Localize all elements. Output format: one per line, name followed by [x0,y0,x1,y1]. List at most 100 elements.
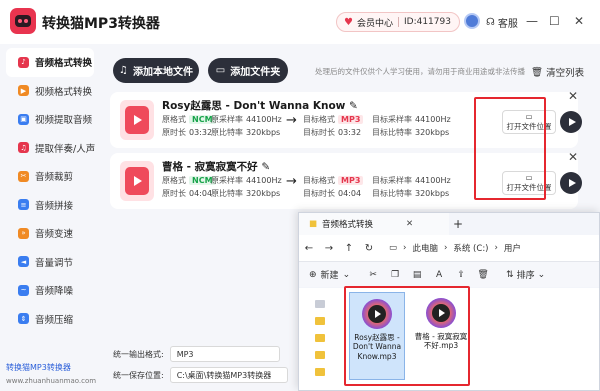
target-duration: 目标时长 03:32 [303,128,362,137]
back-arrow-icon[interactable]: ← [299,243,319,254]
play-button[interactable] [560,172,582,194]
sidebar-item-video-convert[interactable]: ▶ 视频格式转换 [0,77,100,106]
plus-circle-icon: ⊕ [309,269,317,280]
sidebar-item-vocal-extract[interactable]: ♫ 提取伴奏/人声 [0,134,100,163]
chevron-right-icon: › [443,243,448,253]
maximize-button[interactable]: ☐ [549,14,560,28]
chevron-down-icon: ⌄ [342,269,351,280]
document-icon[interactable] [315,300,325,308]
explorer-nav-bar: ← → ↑ ↻ ▭ › 此电脑 › 系统 (C:) › 用户 [299,235,599,261]
sidebar-item-audio-convert[interactable]: ♪ 音频格式转换 [6,48,94,77]
folder-icon: ■ [309,219,318,229]
audio-file-icon [120,100,154,140]
navigation-pane [305,296,335,385]
close-tab-icon[interactable]: ✕ [406,219,413,229]
customer-service-button[interactable]: ☊ 客服 [486,15,518,30]
up-arrow-icon[interactable]: ↑ [339,243,359,254]
new-tab-button[interactable]: + [453,217,463,231]
delete-icon[interactable]: 🗑 [472,270,494,280]
sidebar-item-video-extract[interactable]: ▣ 视频提取音频 [0,105,100,134]
audio-speed-icon: » [18,227,29,239]
add-file-label: 添加本地文件 [132,67,193,78]
sort-button[interactable]: ⇅ 排序 ⌄ [506,268,545,282]
music-convert-icon: ♪ [18,56,29,68]
video-extract-icon: ▣ [18,113,29,125]
rename-icon[interactable]: A [428,270,450,280]
monitor-icon: ▭ [389,243,398,253]
target-format[interactable]: 目标格式 MP3 [303,175,364,186]
breadcrumb-item[interactable]: 系统 (C:) [453,242,488,254]
source-duration: 原时长 04:04 [162,189,213,198]
app-title: 转换猫MP3转换器 [42,16,160,32]
explorer-toolbar: ⊕ 新建 ⌄ ✂ ❐ ▤ A ⇪ 🗑 ⇅ 排序 ⌄ [299,261,599,287]
add-file-button[interactable]: ♫ 添加本地文件 [113,58,199,83]
output-format-row: 统一输出格式: MP3 [113,346,280,362]
target-bitrate: 目标比特率 320kbps [372,189,450,198]
vip-center-label: 会员中心 [356,18,393,29]
folder-icon[interactable] [315,317,325,325]
save-location-label: 统一保存位置: [113,370,164,380]
video-convert-icon: ▶ [18,85,29,97]
remove-file-button[interactable]: ✕ [568,150,578,164]
folder-icon[interactable] [315,334,325,342]
sidebar-item-compress[interactable]: ⇕ 音频压缩 [0,305,100,334]
output-format-select[interactable]: MP3 [169,346,280,362]
avatar[interactable] [464,13,480,29]
audio-file-icon [120,161,154,201]
close-button[interactable]: ✕ [574,14,584,28]
sidebar-item-label: 音量调节 [35,257,74,269]
target-bitrate: 目标比特率 320kbps [372,128,450,137]
title-bar: 转换猫MP3转换器 ♥ 会员中心 ID:411793 ☊ 客服 — ☐ ✕ [0,0,600,44]
volume-icon: ◄ [18,256,29,268]
target-sample-rate: 目标采样率 44100Hz [372,176,451,185]
app-logo-icon [10,8,36,34]
arrow-right-icon: → [286,113,297,128]
user-id: ID:411793 [403,17,451,27]
output-format-label: 统一输出格式: [113,349,164,359]
sidebar-item-label: 提取伴奏/人声 [35,143,96,155]
sidebar-item-denoise[interactable]: ~ 音频降噪 [0,276,100,305]
remove-file-button[interactable]: ✕ [568,89,578,103]
share-icon[interactable]: ⇪ [450,270,472,280]
clear-list-button[interactable]: 🗑 清空列表 [531,65,584,80]
sidebar-item-volume[interactable]: ◄ 音量调节 [0,248,100,277]
compress-icon: ⇕ [18,313,29,325]
music-note-icon: ♫ [119,65,128,76]
sort-icon: ⇅ [506,269,514,280]
explorer-content: Rosy赵露思 - Don't Wanna Know.mp3 曹格 - 寂寞寂寞… [299,286,599,390]
save-location-field[interactable]: C:\桌面\转换猫MP3转换器 [169,367,288,383]
sidebar-item-label: 音频降噪 [35,286,74,298]
headset-icon: ☊ [486,17,495,28]
vip-center-pill[interactable]: ♥ 会员中心 ID:411793 [336,12,460,32]
footer-url[interactable]: www.zhuanhuanmao.com [6,377,96,385]
save-location-row: 统一保存位置: C:\桌面\转换猫MP3转换器 [113,367,288,383]
refresh-icon[interactable]: ↻ [359,243,379,254]
forward-arrow-icon[interactable]: → [319,243,339,254]
sidebar-item-audio-merge[interactable]: ≡ 音频拼接 [0,191,100,220]
folder-icon[interactable] [315,368,325,376]
sidebar-item-label: 视频提取音频 [35,115,93,127]
source-sample-rate: 原采样率 44100Hz [211,176,282,185]
copy-icon[interactable]: ❐ [384,270,406,280]
sidebar-item-label: 音频拼接 [35,200,74,212]
add-folder-button[interactable]: ▭ 添加文件夹 [208,58,288,83]
folder-icon[interactable] [315,351,325,359]
edit-icon[interactable]: ✎ [349,100,358,112]
cut-icon[interactable]: ✂ [362,270,384,280]
play-button[interactable] [560,111,582,133]
file-name: Rosy赵露思 - Don't Wanna Know ✎ [162,100,358,112]
highlight-box [474,97,546,200]
explorer-tab[interactable]: ■ 音频格式转换 ✕ [299,213,449,235]
breadcrumb-item[interactable]: 此电脑 [412,242,438,254]
footer-link[interactable]: 转换猫MP3转换器 [6,362,71,373]
sidebar-item-audio-cut[interactable]: ✂ 音频裁剪 [0,162,100,191]
new-button[interactable]: ⊕ 新建 ⌄ [309,268,351,282]
minimize-button[interactable]: — [526,14,538,28]
breadcrumb-item[interactable]: 用户 [504,242,521,254]
highlight-box [344,286,470,386]
sidebar-item-audio-speed[interactable]: » 音频变速 [0,219,100,248]
chevron-right-icon: › [403,243,407,253]
paste-icon[interactable]: ▤ [406,270,428,280]
edit-icon[interactable]: ✎ [261,161,270,173]
target-format[interactable]: 目标格式 MP3 [303,114,364,125]
